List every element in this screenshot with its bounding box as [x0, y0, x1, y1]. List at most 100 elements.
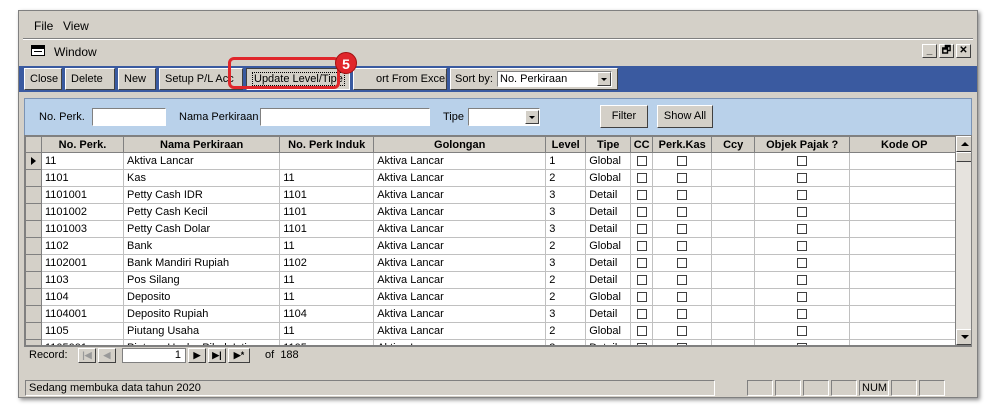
cell-tipe[interactable]: Detail — [585, 186, 632, 204]
cell-no[interactable]: 1101003 — [41, 220, 124, 238]
cell-gol[interactable]: Aktiva Lancar — [373, 152, 547, 170]
menu-file[interactable]: File — [34, 19, 53, 33]
pajak-checkbox[interactable] — [797, 292, 808, 303]
cell-level[interactable]: 3 — [545, 254, 587, 272]
cell-nama[interactable]: Petty Cash Kecil — [122, 203, 281, 221]
cell-tipe[interactable]: Global — [585, 322, 632, 340]
cell-no[interactable]: 11 — [41, 152, 124, 170]
cell-kas[interactable] — [652, 254, 713, 272]
cell-no[interactable]: 1101 — [41, 169, 124, 187]
cell-ccy[interactable] — [711, 169, 756, 187]
pajak-checkbox[interactable] — [797, 173, 808, 184]
cc-checkbox[interactable] — [636, 275, 647, 286]
cell-level[interactable]: 2 — [545, 237, 587, 255]
cell-level[interactable]: 2 — [545, 271, 587, 289]
close-icon[interactable]: ✕ — [956, 44, 971, 58]
kas-checkbox[interactable] — [677, 275, 688, 286]
menu-window[interactable]: Window — [54, 45, 97, 59]
cell-pajak[interactable] — [754, 254, 851, 272]
cell-kodeop[interactable] — [849, 186, 960, 204]
cc-checkbox[interactable] — [636, 156, 647, 167]
cell-no[interactable]: 1102 — [41, 237, 124, 255]
cell-induk[interactable]: 11 — [279, 169, 375, 187]
col-header-golongan[interactable]: Golongan — [373, 136, 547, 153]
cell-ccy[interactable] — [711, 322, 756, 340]
cell-nama[interactable]: Aktiva Lancar — [122, 152, 281, 170]
col-header-no-perk-induk[interactable]: No. Perk Induk — [279, 136, 375, 153]
form-icon[interactable] — [31, 45, 45, 56]
col-header-no-perk[interactable]: No. Perk. — [41, 136, 124, 153]
cell-kodeop[interactable] — [849, 254, 960, 272]
cc-checkbox[interactable] — [636, 224, 647, 235]
cell-nama[interactable]: Piutang Usaha — [122, 322, 281, 340]
table-row[interactable]: 1101 Kas 11 Aktiva Lancar 2 Global — [25, 169, 960, 187]
cell-kodeop[interactable] — [849, 305, 960, 323]
cell-induk[interactable]: 11 — [279, 237, 375, 255]
cell-kas[interactable] — [652, 288, 713, 306]
cell-pajak[interactable] — [754, 220, 851, 238]
cell-no[interactable]: 1103 — [41, 271, 124, 289]
no-perk-input[interactable] — [92, 108, 166, 126]
cell-kas[interactable] — [652, 220, 713, 238]
cell-gol[interactable]: Aktiva Lancar — [373, 288, 547, 306]
cell-cc[interactable] — [630, 237, 654, 255]
pajak-checkbox[interactable] — [797, 326, 808, 337]
cell-induk[interactable] — [279, 152, 375, 170]
cell-kas[interactable] — [652, 322, 713, 340]
cell-level[interactable]: 2 — [545, 322, 587, 340]
cell-kas[interactable] — [652, 186, 713, 204]
nama-perkiraan-input[interactable] — [260, 108, 430, 126]
close-button[interactable]: Close — [24, 68, 62, 90]
cell-gol[interactable]: Aktiva Lancar — [373, 322, 547, 340]
cell-tipe[interactable]: Global — [585, 169, 632, 187]
cell-nama[interactable]: Deposito — [122, 288, 281, 306]
cell-ccy[interactable] — [711, 186, 756, 204]
cell-no[interactable]: 1104001 — [41, 305, 124, 323]
pajak-checkbox[interactable] — [797, 275, 808, 286]
chevron-down-icon[interactable] — [525, 110, 539, 124]
kas-checkbox[interactable] — [677, 326, 688, 337]
col-header-cc[interactable]: CC — [630, 136, 654, 153]
col-header-objek-pajak[interactable]: Objek Pajak ? — [754, 136, 851, 153]
pajak-checkbox[interactable] — [797, 309, 808, 320]
cell-pajak[interactable] — [754, 152, 851, 170]
cell-gol[interactable]: Aktiva Lancar — [373, 271, 547, 289]
cell-nama[interactable]: Bank Mandiri Rupiah — [122, 254, 281, 272]
cell-gol[interactable]: Aktiva Lancar — [373, 169, 547, 187]
col-header-nama-perkiraan[interactable]: Nama Perkiraan — [122, 136, 281, 153]
kas-checkbox[interactable] — [677, 258, 688, 269]
cell-tipe[interactable]: Detail — [585, 203, 632, 221]
last-record-icon[interactable]: ▶| — [208, 348, 226, 363]
cell-nama[interactable]: Deposito Rupiah — [122, 305, 281, 323]
row-selector[interactable] — [25, 322, 42, 340]
accounts-grid[interactable]: No. Perk. Nama Perkiraan No. Perk Induk … — [24, 135, 972, 346]
cell-tipe[interactable]: Detail — [585, 254, 632, 272]
first-record-icon[interactable]: |◀ — [78, 348, 96, 363]
current-record-field[interactable]: 1 — [122, 348, 186, 363]
minimize-icon[interactable]: _ — [922, 44, 937, 58]
scroll-up-icon[interactable] — [956, 136, 971, 152]
restore-icon[interactable]: 🗗 — [939, 44, 954, 58]
cell-pajak[interactable] — [754, 237, 851, 255]
cell-ccy[interactable] — [711, 271, 756, 289]
table-row[interactable]: 1102001 Bank Mandiri Rupiah 1102 Aktiva Lan… — [25, 254, 960, 272]
cell-cc[interactable] — [630, 152, 654, 170]
kas-checkbox[interactable] — [677, 241, 688, 252]
table-row[interactable]: 1102 Bank 11 Aktiva Lancar 2 Global — [25, 237, 960, 255]
cell-level[interactable]: 3 — [545, 203, 587, 221]
col-header-tipe[interactable]: Tipe — [585, 136, 632, 153]
cell-ccy[interactable] — [711, 220, 756, 238]
table-row[interactable]: 1104 Deposito 11 Aktiva Lancar 2 Global — [25, 288, 960, 306]
show-all-button[interactable]: Show All — [657, 105, 713, 128]
row-selector[interactable] — [25, 152, 42, 170]
cell-cc[interactable] — [630, 288, 654, 306]
row-selector[interactable] — [25, 237, 42, 255]
cell-induk[interactable]: 11 — [279, 322, 375, 340]
row-selector[interactable] — [25, 186, 42, 204]
cell-gol[interactable]: Aktiva Lancar — [373, 305, 547, 323]
table-row[interactable]: 1103 Pos Silang 11 Aktiva Lancar 2 Detail — [25, 271, 960, 289]
cell-induk[interactable]: 1101 — [279, 203, 375, 221]
pajak-checkbox[interactable] — [797, 241, 808, 252]
pajak-checkbox[interactable] — [797, 224, 808, 235]
cell-no[interactable]: 1102001 — [41, 254, 124, 272]
